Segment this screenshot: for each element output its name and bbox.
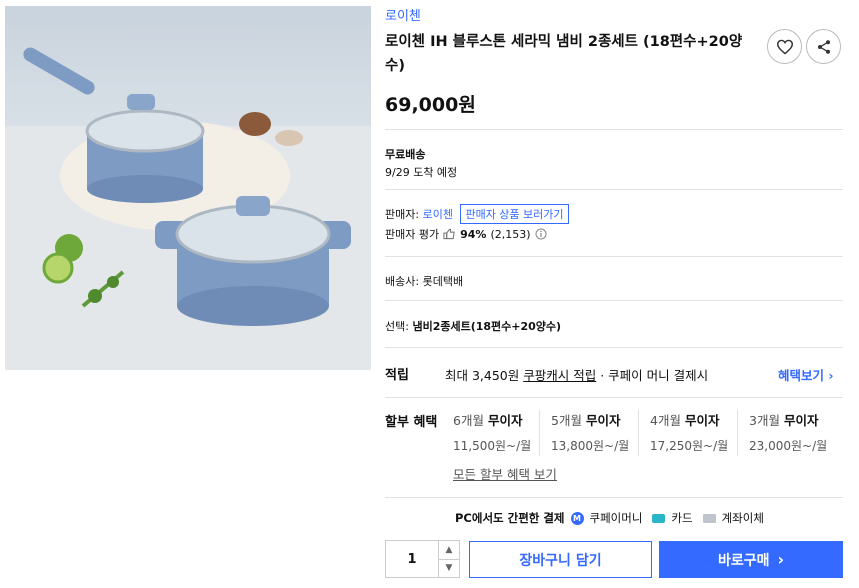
coupang-cash-link[interactable]: 쿠팡캐시 적립 [523, 368, 596, 383]
reward-label: 적립 [385, 368, 409, 383]
plan-months: 5개월 [551, 413, 582, 428]
delivery-eta: 9/29 도착 예정 [385, 166, 458, 179]
reward-amount: 최대 3,450원 [445, 368, 520, 383]
payment-method: 카드 [671, 511, 693, 525]
product-title: 로이첸 IH 블루스톤 세라믹 냄비 2종세트 (18편수+20양수) [385, 34, 743, 74]
courier-label: 배송사: [385, 275, 420, 288]
benefit-link[interactable]: 혜택보기 › [778, 365, 834, 384]
product-price: 69,000원 [385, 94, 476, 116]
seller-rating-pct: 94% [460, 227, 487, 241]
option-row: 선택: 냄비2종세트(18편수+20양수) [385, 318, 561, 334]
installment-plan: 6개월 무이자 11,500원~/월 [453, 410, 549, 454]
product-image[interactable] [5, 6, 371, 370]
reward-text: 최대 3,450원 쿠팡캐시 적립 · 쿠페이 머니 결제시 [445, 365, 708, 384]
divider [737, 410, 738, 456]
product-photo-illustration [5, 47, 371, 370]
shipping-label: 무료배송 [385, 148, 426, 161]
plan-months: 4개월 [650, 413, 681, 428]
seller-label: 판매자: [385, 208, 420, 221]
divider [385, 129, 843, 130]
divider [385, 497, 843, 498]
info-icon[interactable] [535, 228, 547, 240]
payment-row: PC에서도 간편한 결제 M 쿠페이머니 카드 계좌이체 [455, 510, 764, 526]
quantity-increase-button[interactable]: ▲ [439, 541, 459, 560]
quantity-decrease-button[interactable]: ▼ [439, 560, 459, 578]
chevron-down-icon: ▼ [445, 563, 453, 574]
divider [385, 300, 843, 301]
divider [385, 397, 843, 398]
seller-rating-count: (2,153) [490, 227, 531, 241]
payment-method: 계좌이체 [721, 511, 764, 525]
coupay-money-icon: M [570, 511, 584, 525]
chevron-right-icon: › [828, 368, 834, 383]
payment-method: 쿠페이머니 [589, 511, 643, 525]
quantity-input[interactable]: 1 [386, 541, 439, 577]
installment-plan: 5개월 무이자 13,800원~/월 [551, 410, 647, 454]
plan-amount: 11,500원~/월 [453, 439, 532, 453]
plan-amount: 17,250원~/월 [650, 439, 729, 453]
option-value: 냄비2종세트(18편수+20양수) [412, 320, 562, 333]
add-to-cart-button[interactable]: 장바구니 담기 [469, 541, 652, 578]
chevron-right-icon: › [777, 550, 785, 569]
reward-condition: · 쿠페이 머니 결제시 [600, 368, 709, 383]
benefit-link-label: 혜택보기 [778, 368, 825, 383]
courier-row: 배송사: 롯데택배 [385, 273, 463, 289]
heart-icon [776, 39, 793, 55]
buy-now-button[interactable]: 바로구매 › [659, 541, 843, 578]
installment-plan: 4개월 무이자 17,250원~/월 [650, 410, 746, 454]
plan-months: 6개월 [453, 413, 484, 428]
divider [385, 347, 843, 348]
plan-type: 무이자 [684, 413, 720, 428]
plan-amount: 23,000원~/월 [749, 439, 828, 453]
all-installment-link[interactable]: 모든 할부 혜택 보기 [453, 464, 557, 483]
seller-name-link[interactable]: 로이첸 [423, 208, 453, 221]
plan-type: 무이자 [585, 413, 621, 428]
plan-type: 무이자 [783, 413, 819, 428]
card-icon [652, 513, 666, 523]
payment-text: PC에서도 간편한 결제 [455, 511, 565, 525]
view-seller-products-button[interactable]: 판매자 상품 보러가기 [460, 204, 569, 224]
chevron-up-icon: ▲ [445, 544, 453, 555]
quantity-stepper: 1 ▲ ▼ [385, 540, 460, 578]
option-label: 선택: [385, 320, 409, 333]
seller-row: 판매자: 로이첸 판매자 상품 보러가기 [385, 204, 569, 224]
divider [638, 410, 639, 456]
share-icon [817, 39, 830, 54]
seller-rating-row: 판매자 평가 94% (2,153) [385, 226, 547, 242]
courier-name: 롯데택배 [422, 275, 464, 288]
divider [539, 410, 540, 456]
wishlist-button[interactable] [767, 29, 802, 64]
installment-label: 할부 혜택 [385, 415, 438, 430]
thumbs-up-icon [443, 228, 455, 240]
share-button[interactable] [806, 29, 841, 64]
brand-link[interactable]: 로이첸 [385, 5, 421, 24]
plan-amount: 13,800원~/월 [551, 439, 630, 453]
installment-plan: 3개월 무이자 23,000원~/월 [749, 410, 845, 454]
bank-transfer-icon [702, 513, 716, 523]
divider [385, 189, 843, 190]
buy-now-label: 바로구매 [717, 552, 770, 569]
plan-months: 3개월 [749, 413, 780, 428]
seller-rating-label: 판매자 평가 [385, 228, 440, 241]
plan-type: 무이자 [487, 413, 523, 428]
divider [385, 256, 843, 257]
